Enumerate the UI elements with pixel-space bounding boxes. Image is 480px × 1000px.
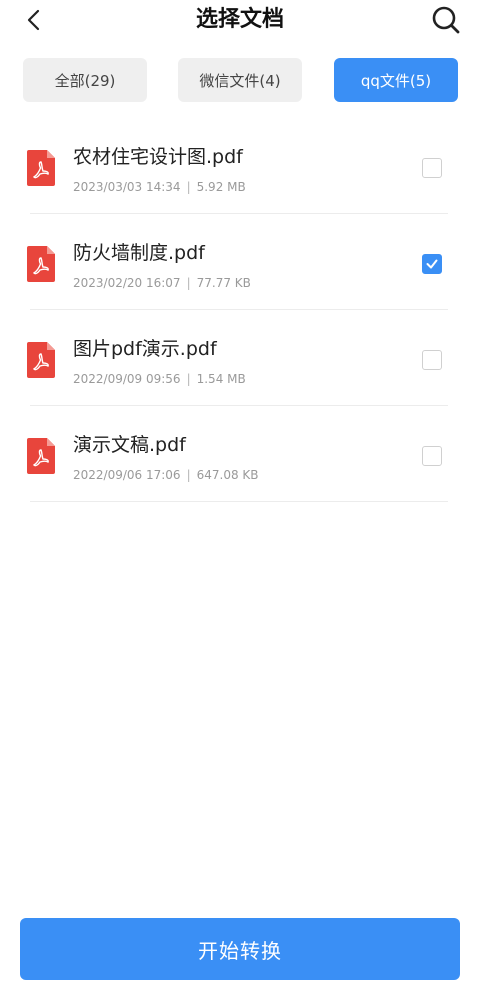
file-date: 2022/09/09 09:56 xyxy=(73,372,181,386)
file-name: 农材住宅设计图.pdf xyxy=(73,146,243,168)
file-size: 647.08 KB xyxy=(196,468,259,482)
file-checkbox[interactable] xyxy=(422,446,442,466)
file-checkbox[interactable] xyxy=(422,254,442,274)
file-checkbox[interactable] xyxy=(422,350,442,370)
pdf-file-icon xyxy=(27,342,55,378)
start-conversion-button[interactable]: 开始转换 xyxy=(20,918,460,980)
list-item[interactable]: 农材住宅设计图.pdf 2023/03/03 14:34 | 5.92 MB xyxy=(0,118,480,214)
file-list: 农材住宅设计图.pdf 2023/03/03 14:34 | 5.92 MB 防火墙… xyxy=(0,118,480,502)
pdf-file-icon xyxy=(27,246,55,282)
file-size: 77.77 KB xyxy=(196,276,251,290)
select-document-screen: 选择文档 全部(29) 微信文件(4) qq文件(5) 农材住宅设计图.pdf … xyxy=(0,0,480,1000)
file-date: 2022/09/06 17:06 xyxy=(73,468,181,482)
file-name: 防火墙制度.pdf xyxy=(73,242,205,264)
file-meta: 2022/09/09 09:56 | 1.54 MB xyxy=(73,372,246,386)
file-meta: 2022/09/06 17:06 | 647.08 KB xyxy=(73,468,259,482)
pdf-file-icon xyxy=(27,150,55,186)
list-item[interactable]: 图片pdf演示.pdf 2022/09/09 09:56 | 1.54 MB xyxy=(0,310,480,406)
file-name: 图片pdf演示.pdf xyxy=(73,338,217,360)
file-size: 1.54 MB xyxy=(196,372,246,386)
search-icon xyxy=(432,6,460,34)
meta-separator: | xyxy=(186,468,191,482)
header: 选择文档 xyxy=(0,0,480,44)
tab-qq-files[interactable]: qq文件(5) xyxy=(334,58,458,102)
file-date: 2023/03/03 14:34 xyxy=(73,180,181,194)
list-item[interactable]: 防火墙制度.pdf 2023/02/20 16:07 | 77.77 KB xyxy=(0,214,480,310)
checkmark-icon xyxy=(426,259,438,269)
file-source-tabs: 全部(29) 微信文件(4) qq文件(5) xyxy=(0,58,480,102)
file-meta: 2023/02/20 16:07 | 77.77 KB xyxy=(73,276,251,290)
meta-separator: | xyxy=(186,372,191,386)
tab-wechat-files[interactable]: 微信文件(4) xyxy=(178,58,302,102)
divider xyxy=(30,501,448,502)
tab-all[interactable]: 全部(29) xyxy=(23,58,147,102)
file-meta: 2023/03/03 14:34 | 5.92 MB xyxy=(73,180,246,194)
meta-separator: | xyxy=(186,276,191,290)
page-title: 选择文档 xyxy=(195,7,284,32)
search-button[interactable] xyxy=(428,2,464,38)
file-size: 5.92 MB xyxy=(196,180,246,194)
meta-separator: | xyxy=(186,180,191,194)
file-date: 2023/02/20 16:07 xyxy=(73,276,181,290)
file-checkbox[interactable] xyxy=(422,158,442,178)
list-item[interactable]: 演示文稿.pdf 2022/09/06 17:06 | 647.08 KB xyxy=(0,406,480,502)
pdf-file-icon xyxy=(27,438,55,474)
file-name: 演示文稿.pdf xyxy=(73,434,186,456)
